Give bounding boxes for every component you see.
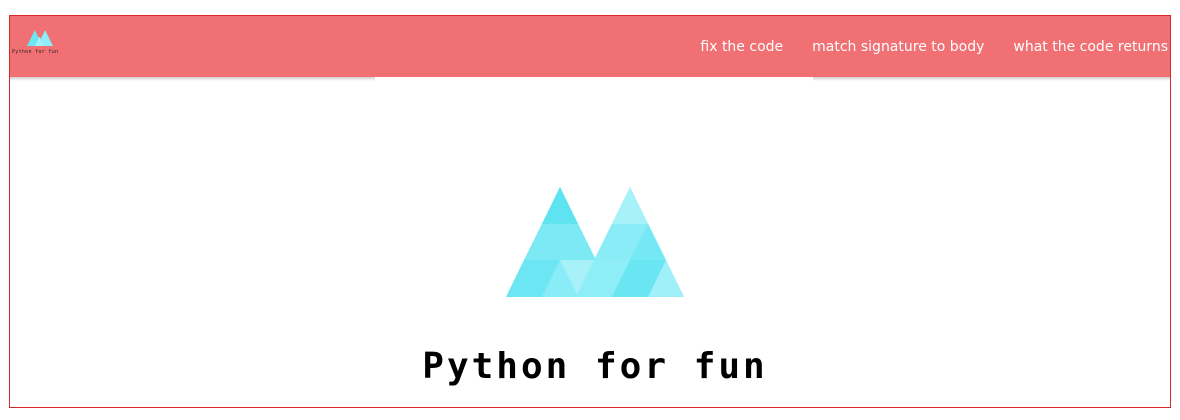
brand-text: Python for fun bbox=[12, 49, 59, 55]
nav-what-the-code-returns[interactable]: what the code returns bbox=[1013, 39, 1168, 55]
navbar-shadow bbox=[10, 77, 375, 81]
hero-title: Python for fun bbox=[422, 346, 768, 388]
hero-logo bbox=[506, 187, 684, 302]
brand-home-link[interactable]: Python for fun bbox=[12, 28, 68, 58]
triangle-m-logo-icon bbox=[506, 187, 684, 297]
nav-fix-the-code[interactable]: fix the code bbox=[700, 39, 783, 55]
nav-match-signature-to-body[interactable]: match signature to body bbox=[812, 39, 984, 55]
triangle-m-logo-icon bbox=[27, 29, 53, 47]
navbar-shadow bbox=[813, 77, 1170, 81]
main-nav: fix the code match signature to body wha… bbox=[700, 16, 1168, 77]
